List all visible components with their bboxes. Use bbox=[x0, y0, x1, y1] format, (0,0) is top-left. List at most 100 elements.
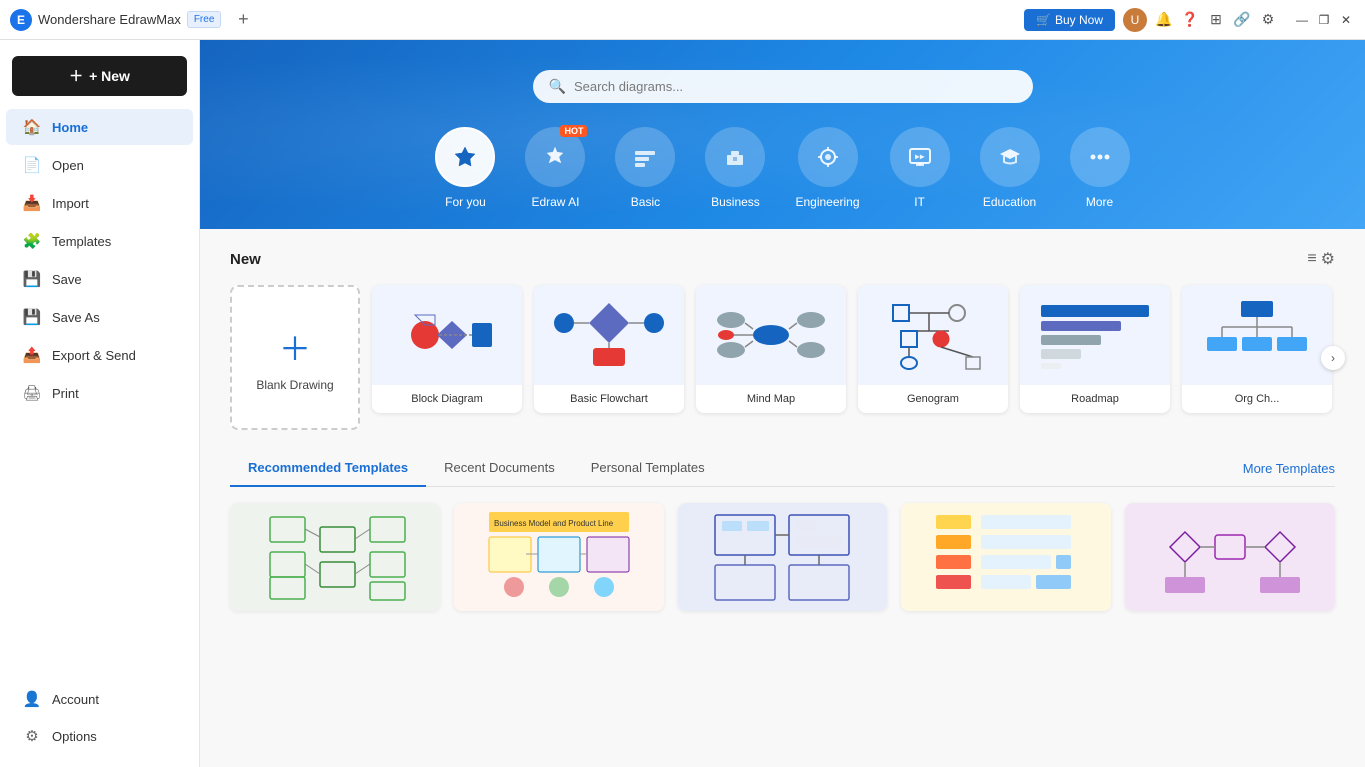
sidebar: ＋ + New 🏠 Home 📄 Open 📥 Import 🧩 Templat… bbox=[0, 40, 200, 767]
template-card-mindmap[interactable]: Mind Map bbox=[696, 285, 846, 413]
category-it[interactable]: ▶▶ IT bbox=[890, 127, 950, 209]
more-label: More bbox=[1086, 195, 1113, 209]
edraw-ai-icon-wrap: HOT bbox=[525, 127, 585, 187]
cards-scroll-inner: Block Diagram bbox=[372, 285, 1335, 413]
category-row: For you HOT Edraw AI bbox=[240, 127, 1325, 209]
grid-icon[interactable]: ⊞ bbox=[1207, 11, 1225, 29]
education-label: Education bbox=[983, 195, 1036, 209]
category-basic[interactable]: Basic bbox=[615, 127, 675, 209]
category-for-you[interactable]: For you bbox=[435, 127, 495, 209]
user-avatar[interactable]: U bbox=[1123, 8, 1147, 32]
tab-recommended[interactable]: Recommended Templates bbox=[230, 450, 426, 487]
sidebar-item-home[interactable]: 🏠 Home bbox=[6, 109, 193, 145]
sidebar-item-print[interactable]: 🖨 Print bbox=[6, 375, 193, 411]
it-icon-wrap: ▶▶ bbox=[890, 127, 950, 187]
search-box: 🔍 bbox=[533, 70, 1033, 103]
engineering-icon-wrap bbox=[798, 127, 858, 187]
share-icon[interactable]: 🔗 bbox=[1233, 11, 1251, 29]
template-thumb-1[interactable] bbox=[230, 503, 440, 611]
save-icon: 💾 bbox=[22, 270, 42, 288]
new-section-settings[interactable]: ≡ ⚙ bbox=[1307, 249, 1335, 269]
template-cards-scroll: Block Diagram bbox=[372, 285, 1335, 430]
template-card-roadmap[interactable]: Roadmap bbox=[1020, 285, 1170, 413]
home-icon: 🏠 bbox=[22, 118, 42, 136]
add-tab-button[interactable]: + bbox=[231, 8, 255, 32]
it-icon: ▶▶ bbox=[906, 143, 934, 171]
minimize-button[interactable]: — bbox=[1293, 11, 1311, 29]
titlebar: E Wondershare EdrawMax Free + 🛒 Buy Now … bbox=[0, 0, 1365, 40]
template-card-flowchart[interactable]: Basic Flowchart bbox=[534, 285, 684, 413]
for-you-label: For you bbox=[445, 195, 486, 209]
app-body: ＋ + New 🏠 Home 📄 Open 📥 Import 🧩 Templat… bbox=[0, 40, 1365, 767]
for-you-icon bbox=[451, 143, 479, 171]
import-icon: 📥 bbox=[22, 194, 42, 212]
tab-personal[interactable]: Personal Templates bbox=[573, 450, 723, 487]
tab-recent[interactable]: Recent Documents bbox=[426, 450, 573, 487]
tabs-row: Recommended Templates Recent Documents P… bbox=[230, 450, 1335, 487]
sidebar-item-save[interactable]: 💾 Save bbox=[6, 261, 193, 297]
template-thumb-1-img bbox=[230, 503, 440, 611]
buy-now-button[interactable]: 🛒 Buy Now bbox=[1024, 9, 1115, 31]
sidebar-label-home: Home bbox=[52, 120, 88, 135]
engineering-label: Engineering bbox=[795, 195, 859, 209]
business-label: Business bbox=[711, 195, 760, 209]
template-card-block[interactable]: Block Diagram bbox=[372, 285, 522, 413]
roadmap-label: Roadmap bbox=[1020, 385, 1170, 413]
free-badge: Free bbox=[187, 11, 222, 28]
settings-icon[interactable]: ⚙ bbox=[1259, 11, 1277, 29]
flowchart-thumb bbox=[534, 285, 684, 385]
sidebar-item-options[interactable]: ⚙ Options bbox=[6, 718, 193, 754]
sidebar-item-account[interactable]: 👤 Account bbox=[6, 681, 193, 717]
basic-icon bbox=[631, 143, 659, 171]
flowchart-label: Basic Flowchart bbox=[534, 385, 684, 413]
hot-badge: HOT bbox=[560, 125, 587, 137]
sidebar-item-open[interactable]: 📄 Open bbox=[6, 147, 193, 183]
sidebar-item-save-as[interactable]: 💾 Save As bbox=[6, 299, 193, 335]
sidebar-label-options: Options bbox=[52, 729, 97, 744]
template-thumb-2[interactable]: Business Model and Product Line bbox=[454, 503, 664, 611]
save-as-icon: 💾 bbox=[22, 308, 42, 326]
sidebar-label-export: Export & Send bbox=[52, 348, 136, 363]
template-thumb-3[interactable] bbox=[678, 503, 888, 611]
block-diagram-thumb bbox=[372, 285, 522, 385]
maximize-button[interactable]: ❐ bbox=[1315, 11, 1333, 29]
sidebar-item-templates[interactable]: 🧩 Templates bbox=[6, 223, 193, 259]
sidebar-label-account: Account bbox=[52, 692, 99, 707]
help-icon[interactable]: ❓ bbox=[1181, 11, 1199, 29]
basic-label: Basic bbox=[631, 195, 660, 209]
search-input[interactable] bbox=[574, 79, 1017, 94]
sidebar-bottom: 👤 Account ⚙ Options bbox=[0, 680, 199, 767]
template-thumb-5[interactable] bbox=[1125, 503, 1335, 611]
plus-icon: ＋ bbox=[69, 66, 83, 86]
template-thumb-4[interactable] bbox=[901, 503, 1111, 611]
template-thumbs-row: Business Model and Product Line bbox=[230, 503, 1335, 611]
more-templates-link[interactable]: More Templates bbox=[1243, 451, 1335, 486]
scroll-right-arrow[interactable]: › bbox=[1321, 346, 1345, 370]
sidebar-label-save: Save bbox=[52, 272, 82, 287]
it-label: IT bbox=[914, 195, 925, 209]
blank-drawing-card[interactable]: ＋ Blank Drawing bbox=[230, 285, 360, 430]
new-button[interactable]: ＋ + New bbox=[12, 56, 187, 96]
category-business[interactable]: Business bbox=[705, 127, 765, 209]
basic-icon-wrap bbox=[615, 127, 675, 187]
cart-icon: 🛒 bbox=[1036, 13, 1051, 27]
orgchart-thumb bbox=[1182, 285, 1332, 385]
category-education[interactable]: Education bbox=[980, 127, 1040, 209]
template-thumb-5-img bbox=[1125, 503, 1335, 611]
bell-icon[interactable]: 🔔 bbox=[1155, 11, 1173, 29]
category-engineering[interactable]: Engineering bbox=[795, 127, 859, 209]
sidebar-label-save-as: Save As bbox=[52, 310, 100, 325]
template-card-orgchart[interactable]: Org Ch... bbox=[1182, 285, 1332, 413]
business-icon bbox=[721, 143, 749, 171]
banner-search: 🔍 bbox=[240, 70, 1325, 103]
sidebar-label-print: Print bbox=[52, 386, 79, 401]
sidebar-item-export[interactable]: 📤 Export & Send bbox=[6, 337, 193, 373]
sidebar-item-import[interactable]: 📥 Import bbox=[6, 185, 193, 221]
category-edraw-ai[interactable]: HOT Edraw AI bbox=[525, 127, 585, 209]
template-card-genogram[interactable]: Genogram bbox=[858, 285, 1008, 413]
options-icon: ⚙ bbox=[22, 727, 42, 745]
category-more[interactable]: More bbox=[1070, 127, 1130, 209]
titlebar-right: 🛒 Buy Now U 🔔 ❓ ⊞ 🔗 ⚙ — ❐ ✕ bbox=[1024, 8, 1355, 32]
close-button[interactable]: ✕ bbox=[1337, 11, 1355, 29]
plus-icon: ＋ bbox=[279, 324, 311, 370]
